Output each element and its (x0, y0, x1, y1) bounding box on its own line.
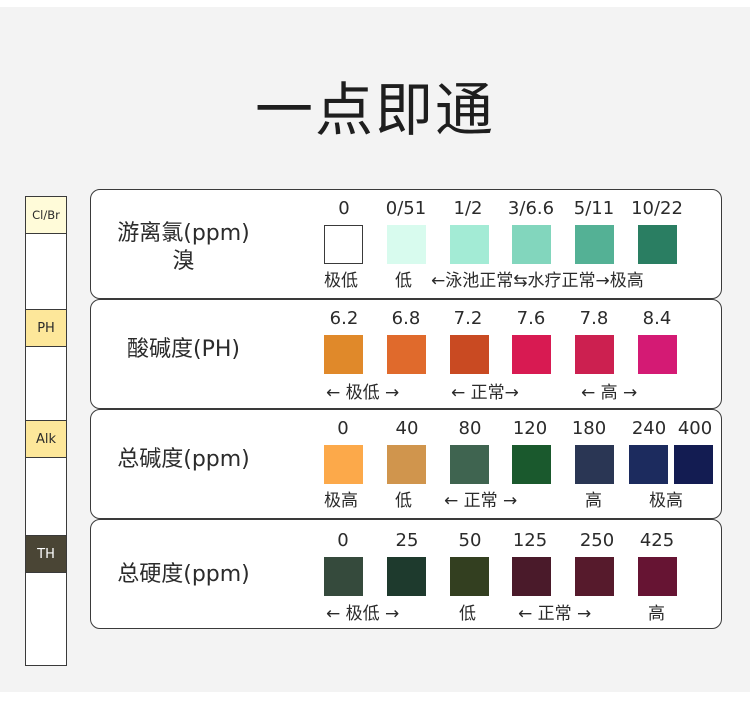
alkalinity-panel: 总碱度(ppm) 0 40 80 120 180 240 400 极高 低 ← … (90, 409, 722, 519)
strip-pad-th: TH (25, 535, 67, 573)
alkalinity-desc-low: 低 (395, 491, 412, 511)
alkalinity-label: 总碱度(ppm) (117, 447, 250, 472)
alkalinity-desc-normal: ← 正常 → (444, 491, 518, 511)
chlorine-swatch-3 (512, 225, 551, 264)
alkalinity-value-2: 80 (458, 418, 482, 439)
strip-pad-ph: PH (25, 309, 67, 347)
chlorine-label-text: 游离氯(ppm) (117, 221, 250, 246)
hardness-desc-high: 高 (648, 604, 665, 624)
alkalinity-value-0: 0 (337, 418, 349, 439)
hardness-value-4: 250 (579, 530, 615, 551)
hardness-value-1: 25 (395, 530, 419, 551)
chlorine-value-0: 0 (338, 198, 350, 219)
chlorine-swatch-0 (324, 225, 363, 264)
strip-pad-alk: Alk (25, 420, 67, 458)
strip-pad-cl-br: Cl/Br (25, 196, 67, 234)
ph-swatch-3 (512, 335, 551, 374)
alkalinity-swatch-4 (575, 445, 614, 484)
ph-value-2: 7.2 (453, 308, 483, 329)
alkalinity-swatch-0 (324, 445, 363, 484)
hardness-desc-low: 低 (459, 604, 476, 624)
test-strip: Cl/Br PH Alk TH (25, 196, 67, 666)
ph-swatch-0 (324, 335, 363, 374)
hardness-swatch-2 (450, 557, 489, 596)
alkalinity-swatch-1 (387, 445, 426, 484)
chlorine-swatch-4 (575, 225, 614, 264)
ph-value-0: 6.2 (329, 308, 359, 329)
alkalinity-value-6: 400 (677, 418, 713, 439)
alkalinity-swatch-2 (450, 445, 489, 484)
ph-value-4: 7.8 (579, 308, 609, 329)
alkalinity-value-3: 120 (512, 418, 548, 439)
chlorine-value-1: 0/51 (385, 198, 427, 219)
chlorine-swatch-2 (450, 225, 489, 264)
alkalinity-swatch-6 (674, 445, 713, 484)
hardness-value-0: 0 (337, 530, 349, 551)
chlorine-desc-range: ←泳池正常⇆水疗正常→极高 (431, 271, 644, 291)
hardness-desc-very-low: ← 极低 → (326, 604, 400, 624)
hardness-label: 总硬度(ppm) (117, 562, 250, 587)
hardness-panel: 总硬度(ppm) 0 25 50 125 250 425 ← 极低 → 低 ← … (90, 519, 722, 629)
ph-desc-high: ← 高 → (581, 383, 638, 403)
ph-desc-very-low: ← 极低 → (326, 383, 400, 403)
chlorine-value-3: 3/6.6 (507, 198, 555, 219)
page-title: 一点即通 (254, 76, 495, 144)
hardness-swatch-4 (575, 557, 614, 596)
chlorine-value-5: 10/22 (631, 198, 683, 219)
chlorine-panel: 游离氯(ppm) 溴 0 0/51 1/2 3/6.6 5/11 10/22 极… (90, 189, 722, 299)
bromine-label-text: 溴 (172, 249, 195, 274)
alkalinity-desc-very-high: 极高 (324, 491, 358, 511)
hardness-value-2: 50 (458, 530, 482, 551)
ph-desc-normal: ← 正常→ (451, 383, 519, 403)
hardness-value-3: 125 (512, 530, 548, 551)
chlorine-value-2: 1/2 (453, 198, 483, 219)
hardness-swatch-5 (638, 557, 677, 596)
page-bottom-band (0, 692, 750, 712)
ph-value-1: 6.8 (391, 308, 421, 329)
alkalinity-value-1: 40 (395, 418, 419, 439)
hardness-desc-normal: ← 正常 → (518, 604, 592, 624)
ph-swatch-4 (575, 335, 614, 374)
ph-value-3: 7.6 (516, 308, 546, 329)
ph-label: 酸碱度(PH) (127, 337, 240, 362)
ph-value-5: 8.4 (642, 308, 672, 329)
alkalinity-swatch-3 (512, 445, 551, 484)
ph-swatch-5 (638, 335, 677, 374)
chlorine-value-4: 5/11 (573, 198, 615, 219)
alkalinity-value-4: 180 (571, 418, 607, 439)
alkalinity-swatch-5 (629, 445, 668, 484)
hardness-swatch-0 (324, 557, 363, 596)
chlorine-desc-very-low: 极低 (324, 271, 358, 291)
chlorine-desc-low: 低 (395, 271, 412, 291)
alkalinity-desc-very-high-2: 极高 (649, 491, 683, 511)
chlorine-swatch-1 (387, 225, 426, 264)
ph-panel: 酸碱度(PH) 6.2 6.8 7.2 7.6 7.8 8.4 ← 极低 → ←… (90, 299, 722, 409)
alkalinity-desc-high: 高 (585, 491, 602, 511)
page-top-band (0, 0, 750, 7)
hardness-value-5: 425 (639, 530, 675, 551)
hardness-swatch-3 (512, 557, 551, 596)
chlorine-swatch-5 (638, 225, 677, 264)
ph-swatch-2 (450, 335, 489, 374)
chlorine-label: 游离氯(ppm) 溴 (91, 220, 276, 276)
ph-swatch-1 (387, 335, 426, 374)
hardness-swatch-1 (387, 557, 426, 596)
